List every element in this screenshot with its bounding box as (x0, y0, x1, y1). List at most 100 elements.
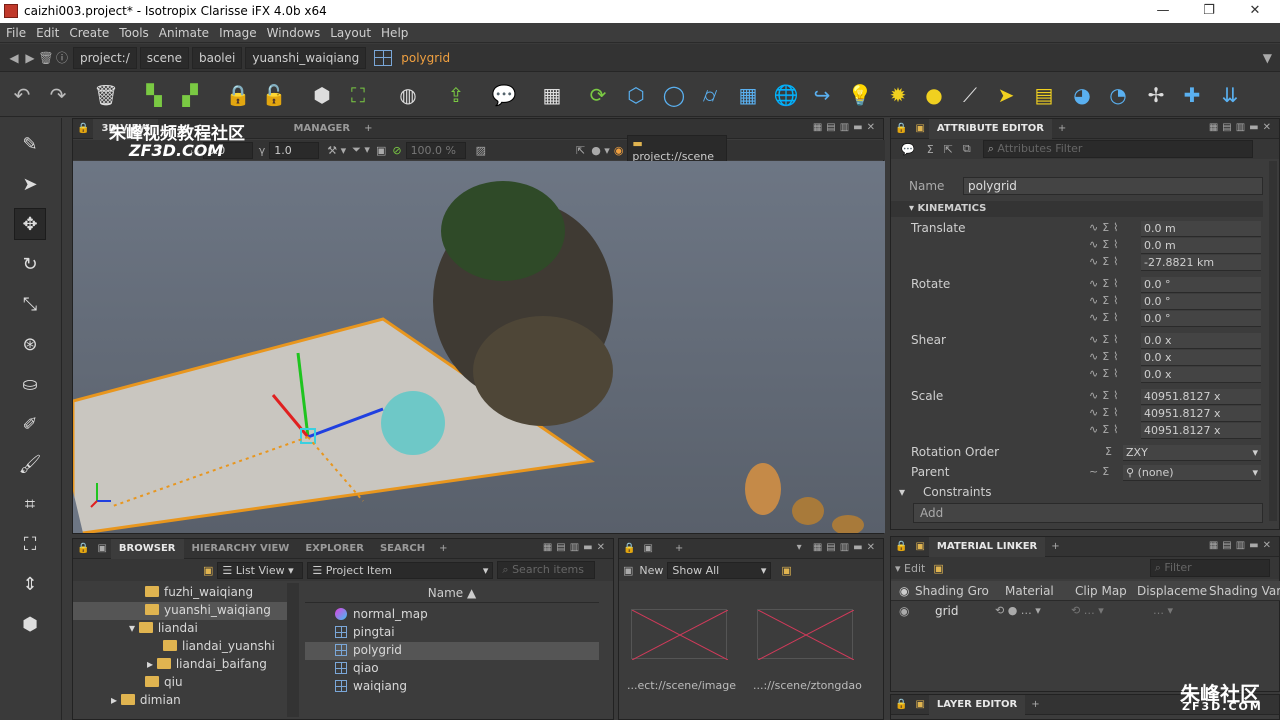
export-icon[interactable]: ⇪ (440, 79, 472, 111)
panel-window-buttons[interactable]: ▦▤▥▬✕ (813, 122, 879, 133)
tree-item[interactable]: ▾ liandai (129, 621, 198, 635)
linker-icon[interactable]: ▣ (933, 562, 943, 575)
add-constraint-button[interactable]: Add (913, 503, 1263, 523)
panel-lock-icon[interactable]: 🔒 (895, 541, 907, 552)
panel-menu-icon[interactable]: ▣ (97, 543, 106, 554)
sphere-icon[interactable]: ◯ (658, 79, 690, 111)
panel-window-buttons[interactable]: ▦▤▥▬✕ (1209, 122, 1275, 133)
scale-x-field[interactable]: 40951.8127 x (1141, 389, 1261, 405)
stamp-icon[interactable]: ⛀ (14, 368, 46, 400)
path-dropdown-icon[interactable]: ▼ (1263, 51, 1272, 65)
add-tab-icon[interactable]: + (439, 543, 447, 554)
close-button[interactable]: ✕ (1240, 2, 1270, 20)
translate-y-field[interactable]: 0.0 m (1141, 238, 1261, 254)
tree-scrollbar[interactable] (287, 583, 299, 717)
frame-icon[interactable]: ⛶ (342, 79, 374, 111)
panel-lock-icon[interactable]: 🔒 (623, 543, 635, 554)
orbit-icon[interactable]: ⊛ (14, 328, 46, 360)
minimize-button[interactable]: — (1148, 2, 1178, 20)
tab-material-linker[interactable]: MATERIAL LINKER (928, 536, 1046, 557)
move-icon[interactable]: ✥ (14, 208, 46, 240)
image-thumbnail[interactable] (757, 609, 854, 660)
section-kinematics[interactable]: ▾ KINEMATICS (891, 201, 1263, 217)
directional-light-icon[interactable]: ➤ (990, 79, 1022, 111)
scale-y-field[interactable]: 40951.8127 x (1141, 406, 1261, 422)
tab-layer-editor[interactable]: LAYER EDITOR (928, 694, 1026, 715)
anim-icons[interactable]: ∿Σ⌇ (1089, 423, 1123, 436)
panel-window-buttons[interactable]: ▾ ▦▤▥▬✕ (797, 542, 879, 553)
anim-icons[interactable]: ∿Σ⌇ (1089, 367, 1123, 380)
paint-icon[interactable]: ✐ (14, 408, 46, 440)
panel-lock-icon[interactable]: 🔒 (77, 543, 89, 554)
column-header[interactable]: Shading Group (915, 584, 989, 598)
viewport-3d-scene[interactable] (73, 161, 885, 533)
image-thumbnail[interactable] (631, 609, 728, 660)
new-button[interactable]: New (639, 564, 663, 577)
breadcrumb-current[interactable]: polygrid (395, 48, 456, 68)
scale-z-field[interactable]: 40951.8127 x (1141, 423, 1261, 439)
color-swatch-icon[interactable]: ⬢ (14, 608, 46, 640)
tree-item-selected[interactable]: yuanshi_waiqiang (145, 603, 271, 617)
ungroup-icon[interactable]: ▞ (174, 79, 206, 111)
menu-animate[interactable]: Animate (159, 26, 209, 40)
add-tab-icon[interactable]: + (1051, 541, 1059, 552)
sigma-icon[interactable]: Σ (927, 143, 934, 156)
shading-icon[interactable]: ● ▾ (591, 144, 610, 157)
breadcrumb-project[interactable]: project:/ (73, 46, 137, 69)
project-item-select[interactable]: ☰ Project Item ▾ (307, 561, 494, 579)
panel-window-buttons[interactable]: ▦▤▥▬✕ (1209, 540, 1275, 551)
panel-window-buttons[interactable]: ▦▤▥▬✕ (543, 542, 609, 553)
panel-menu-icon[interactable]: ▣ (643, 543, 652, 554)
clip-map-slot[interactable]: ⟲ … ▾ (1071, 604, 1104, 617)
copy-icon[interactable]: ⧉ (963, 142, 971, 156)
attributes-filter-input[interactable]: ⌕ Attributes Filter (982, 140, 1253, 158)
measure-icon[interactable]: ⇕ (14, 568, 46, 600)
select-icon[interactable]: ➤ (14, 168, 46, 200)
tab-hierarchy-view[interactable]: HIERARCHY VIEW (184, 539, 298, 559)
forward-arrow-icon[interactable]: ▶ (22, 51, 38, 65)
rotation-order-select[interactable]: ZXY ▾ (1123, 445, 1261, 461)
video-icon[interactable]: ▣ (376, 144, 386, 157)
search-items-input[interactable]: ⌕ Search items (497, 561, 596, 579)
visibility-eye-icon[interactable]: ◉ (899, 604, 909, 618)
sun-light-icon[interactable]: ✹ (882, 79, 914, 111)
render-toggle-icon[interactable]: ⊘ (392, 144, 401, 157)
rotate-z-field[interactable]: 0.0 ° (1141, 311, 1261, 327)
particles-icon[interactable]: ⇊ (1214, 79, 1246, 111)
show-all-select[interactable]: Show All ▾ (667, 561, 772, 579)
tab-search[interactable]: SEARCH (372, 539, 433, 559)
displacement-slot[interactable]: … ▾ (1153, 604, 1173, 617)
anim-icons[interactable]: ∿Σ⌇ (1089, 333, 1123, 346)
panel-lock-icon[interactable]: 🔒 (895, 123, 907, 134)
import-icon[interactable]: ◍ (392, 79, 424, 111)
attribute-scrollbar[interactable] (1269, 161, 1277, 521)
redo-icon[interactable]: ↷ (42, 79, 74, 111)
env-light-icon[interactable]: ◕ (1066, 79, 1098, 111)
refresh-icon[interactable]: ⟳ (582, 79, 614, 111)
anim-icons[interactable]: ∿Σ⌇ (1089, 255, 1123, 268)
undo-icon[interactable]: ↶ (6, 79, 38, 111)
comment-icon[interactable]: 💬 (488, 79, 520, 111)
panel-menu-icon[interactable]: ▣ (915, 541, 924, 552)
field-c[interactable]: 100.0 % (405, 141, 466, 159)
folder-view-icon[interactable]: ▣ (203, 564, 213, 577)
anim-icons[interactable]: ∿Σ⌇ (1089, 294, 1123, 307)
sigma-icon[interactable]: Σ (1105, 445, 1116, 458)
list-item[interactable]: qiao (335, 661, 379, 675)
tree-item[interactable]: ▸ dimian (111, 693, 181, 707)
translate-z-field[interactable]: -27.8821 km (1141, 255, 1261, 271)
snapshot-icon[interactable]: ▨ (476, 144, 486, 157)
crop-icon[interactable]: ⌗ (14, 488, 46, 520)
panel-menu-icon[interactable]: ▣ (915, 123, 924, 134)
menu-help[interactable]: Help (381, 26, 408, 40)
menu-create[interactable]: Create (69, 26, 109, 40)
anim-icons[interactable]: ∿Σ⌇ (1089, 221, 1123, 234)
add-instance-icon[interactable]: ✚ (1176, 79, 1208, 111)
picker-icon[interactable]: ✎ (14, 128, 46, 160)
scatter-icon[interactable]: ✢ (1140, 79, 1172, 111)
tab-manager[interactable]: MANAGER (286, 119, 359, 139)
edit-menu[interactable]: ▾ Edit (895, 562, 925, 575)
panel-lock-icon[interactable]: 🔒 (895, 699, 907, 710)
tab-browser[interactable]: BROWSER (110, 538, 184, 559)
group-icon[interactable]: ▚ (138, 79, 170, 111)
